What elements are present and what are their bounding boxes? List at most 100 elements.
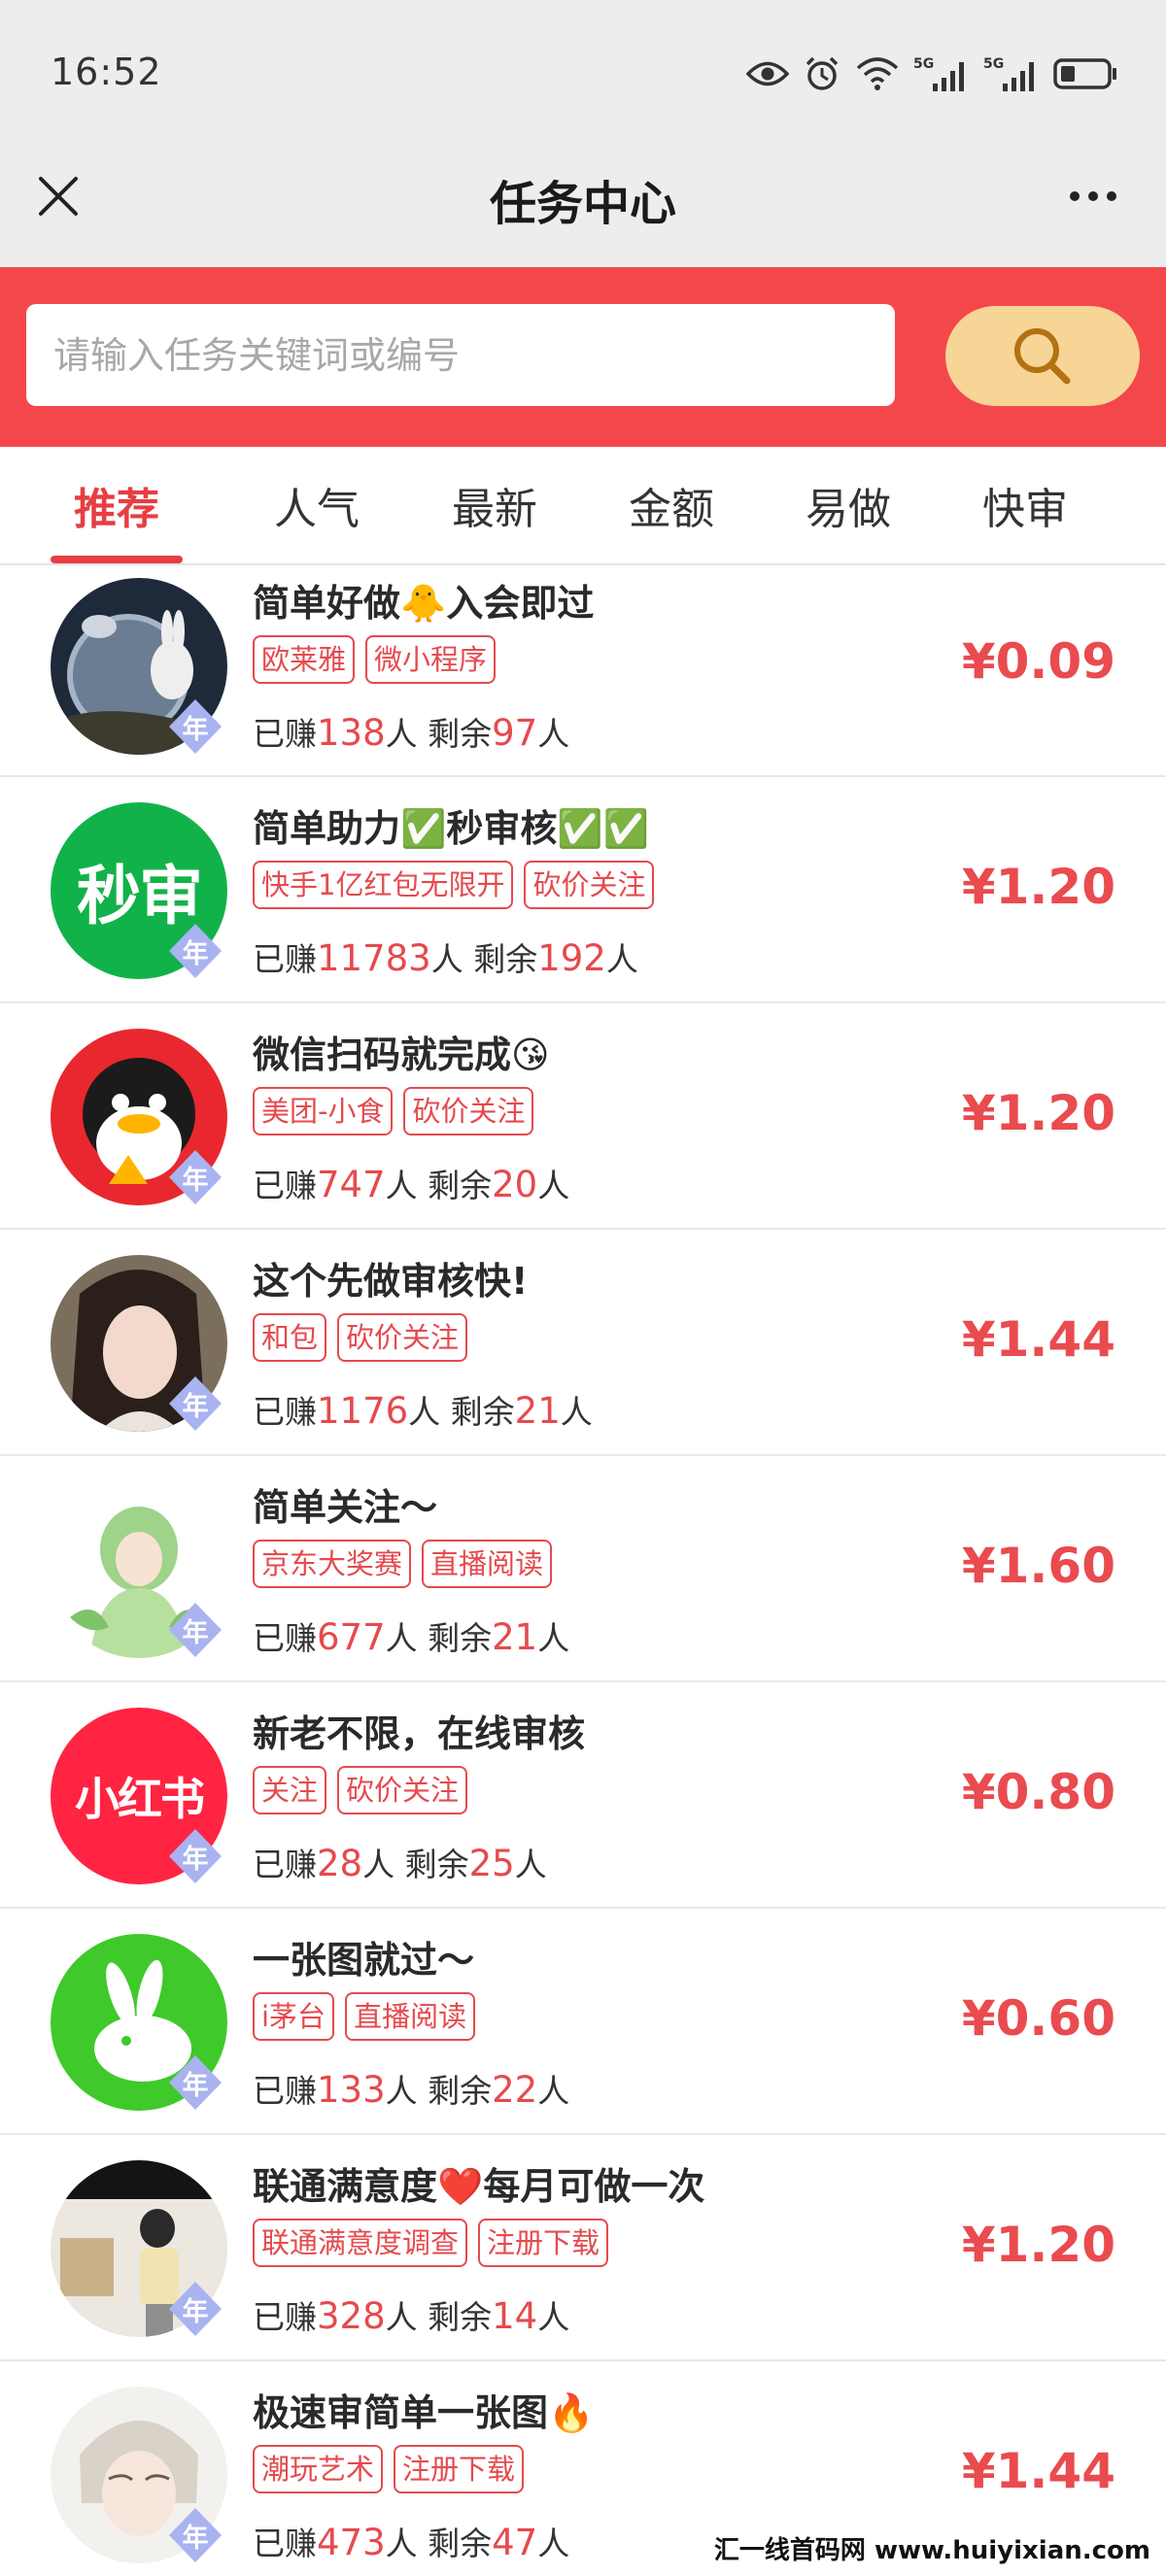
task-tags: 美团-小食 砍价关注: [253, 1087, 534, 1135]
task-tags: 关注 砍价关注: [253, 1766, 468, 1814]
task-tag: 注册下载: [478, 2219, 609, 2267]
task-title: 微信扫码就完成😘: [253, 1034, 550, 1076]
task-stats: 已赚677人 剩余21人: [253, 1616, 570, 1658]
task-title: 联通满意度❤️每月可做一次: [253, 2165, 705, 2208]
remaining-count: 21: [514, 1390, 561, 1432]
task-title: 简单好做🐥入会即过: [253, 582, 595, 625]
battery-icon: [1053, 58, 1116, 89]
signal-5g-icon-2: 5G: [983, 56, 1034, 91]
status-icons: 5G 5G: [746, 51, 1117, 97]
status-time: 16:52: [51, 51, 162, 93]
task-tags: 快手1亿红包无限开 砍价关注: [253, 861, 655, 909]
task-item[interactable]: 年 简单好做🐥入会即过 欧莱雅 微小程序 已赚138人 剩余97人 ¥0.09: [0, 565, 1166, 777]
year-member-badge: 年: [165, 2279, 225, 2339]
task-tag: 快手1亿红包无限开: [253, 861, 514, 909]
task-tag: 砍价关注: [403, 1087, 534, 1135]
earned-count: 328: [317, 2295, 386, 2337]
task-item[interactable]: 年 简单关注～ 京东大奖赛 直播阅读 已赚677人 剩余21人 ¥1.60: [0, 1456, 1166, 1682]
network-label-2: 5G: [983, 56, 1004, 72]
earned-count: 133: [317, 2069, 386, 2111]
tab-recommended[interactable]: 推荐: [28, 447, 205, 563]
task-stats: 已赚133人 剩余22人: [253, 2069, 570, 2111]
search-button[interactable]: [945, 306, 1140, 406]
remaining-count: 14: [492, 2295, 538, 2337]
earned-count: 747: [317, 1164, 386, 1205]
task-tags: i茅台 直播阅读: [253, 1992, 476, 2041]
task-stats: 已赚473人 剩余47人: [253, 2522, 570, 2563]
active-tab-indicator: [51, 556, 183, 563]
task-tag: 欧莱雅: [253, 635, 356, 684]
task-item[interactable]: 年 联通满意度❤️每月可做一次 联通满意度调查 注册下载 已赚328人 剩余14…: [0, 2135, 1166, 2361]
task-tags: 京东大奖赛 直播阅读: [253, 1540, 553, 1588]
tab-bar: 推荐 人气 最新 金额 易做 快审: [0, 447, 1166, 565]
task-tags: 欧莱雅 微小程序: [253, 635, 497, 684]
task-price: ¥1.20: [961, 2217, 1115, 2273]
task-stats: 已赚747人 剩余20人: [253, 1164, 570, 1205]
year-member-badge: 年: [165, 921, 225, 981]
remaining-count: 192: [537, 937, 606, 979]
signal-5g-icon: 5G: [913, 56, 964, 91]
eye-icon: [746, 61, 789, 86]
task-tags: 和包 砍价关注: [253, 1313, 468, 1362]
search-icon: [1014, 327, 1071, 384]
earned-count: 11783: [317, 937, 431, 979]
earned-count: 473: [317, 2522, 386, 2563]
task-title: 极速审简单一张图🔥: [253, 2391, 595, 2434]
task-stats: 已赚138人 剩余97人: [253, 712, 570, 754]
task-list: 年 简单好做🐥入会即过 欧莱雅 微小程序 已赚138人 剩余97人 ¥0.09 …: [0, 565, 1166, 2576]
task-tag: 直播阅读: [345, 1992, 476, 2041]
page-title: 任务中心: [489, 177, 676, 231]
remaining-count: 20: [492, 1164, 538, 1205]
task-price: ¥1.20: [961, 859, 1115, 915]
task-title: 新老不限，在线审核: [253, 1712, 586, 1755]
task-price: ¥1.44: [961, 2443, 1115, 2499]
earned-count: 28: [317, 1843, 363, 1884]
task-title: 这个先做审核快!: [253, 1260, 529, 1303]
task-tag: 砍价关注: [337, 1766, 468, 1814]
task-item[interactable]: 年 一张图就过～ i茅台 直播阅读 已赚133人 剩余22人 ¥0.60: [0, 1909, 1166, 2135]
remaining-count: 97: [492, 712, 538, 754]
more-dot-icon: [1070, 191, 1080, 201]
remaining-count: 47: [492, 2522, 538, 2563]
task-stats: 已赚11783人 剩余192人: [253, 937, 638, 979]
task-price: ¥0.09: [961, 633, 1115, 690]
more-dot-icon: [1088, 191, 1098, 201]
task-title: 简单关注～: [253, 1486, 438, 1529]
task-title: 一张图就过～: [253, 1939, 475, 1982]
more-options-button[interactable]: [1049, 167, 1137, 225]
task-tag: i茅台: [253, 1992, 335, 2041]
site-watermark: 汇一线首码网 www.huiyixian.com: [707, 2528, 1156, 2568]
tab-amount[interactable]: 金额: [583, 447, 760, 563]
task-stats: 已赚1176人 剩余21人: [253, 1390, 593, 1432]
task-item[interactable]: 小红书 年 新老不限，在线审核 关注 砍价关注 已赚28人 剩余25人 ¥0.8…: [0, 1682, 1166, 1909]
year-member-badge: 年: [165, 2505, 225, 2565]
task-price: ¥0.60: [961, 1990, 1115, 2047]
search-input[interactable]: [26, 304, 895, 406]
task-tag: 微小程序: [365, 635, 497, 684]
task-tag: 砍价关注: [524, 861, 655, 909]
earned-count: 677: [317, 1616, 386, 1658]
task-tag: 注册下载: [394, 2445, 525, 2493]
task-stats: 已赚28人 剩余25人: [253, 1843, 547, 1884]
tab-newest[interactable]: 最新: [406, 447, 583, 563]
task-tag: 联通满意度调查: [253, 2219, 468, 2267]
more-dot-icon: [1107, 191, 1116, 201]
task-item[interactable]: 年 微信扫码就完成😘 美团-小食 砍价关注 已赚747人 剩余20人 ¥1.20: [0, 1003, 1166, 1230]
task-tag: 京东大奖赛: [253, 1540, 412, 1588]
tab-popular[interactable]: 人气: [228, 447, 405, 563]
network-label-1: 5G: [913, 56, 934, 72]
tab-fast-review[interactable]: 快审: [937, 447, 1114, 563]
tab-easy[interactable]: 易做: [760, 447, 937, 563]
task-price: ¥1.44: [961, 1311, 1115, 1368]
task-tag: 美团-小食: [253, 1087, 394, 1135]
task-item[interactable]: 秒审 年 简单助力✅秒审核✅✅ 快手1亿红包无限开 砍价关注 已赚11783人 …: [0, 777, 1166, 1003]
task-tag: 直播阅读: [422, 1540, 553, 1588]
remaining-count: 21: [492, 1616, 538, 1658]
task-tag: 和包: [253, 1313, 327, 1362]
task-item[interactable]: 年 这个先做审核快! 和包 砍价关注 已赚1176人 剩余21人 ¥1.44: [0, 1230, 1166, 1456]
search-area: [0, 267, 1166, 447]
task-tags: 联通满意度调查 注册下载: [253, 2219, 609, 2267]
task-tags: 潮玩艺术 注册下载: [253, 2445, 525, 2493]
task-price: ¥1.60: [961, 1538, 1115, 1594]
task-tag: 关注: [253, 1766, 327, 1814]
